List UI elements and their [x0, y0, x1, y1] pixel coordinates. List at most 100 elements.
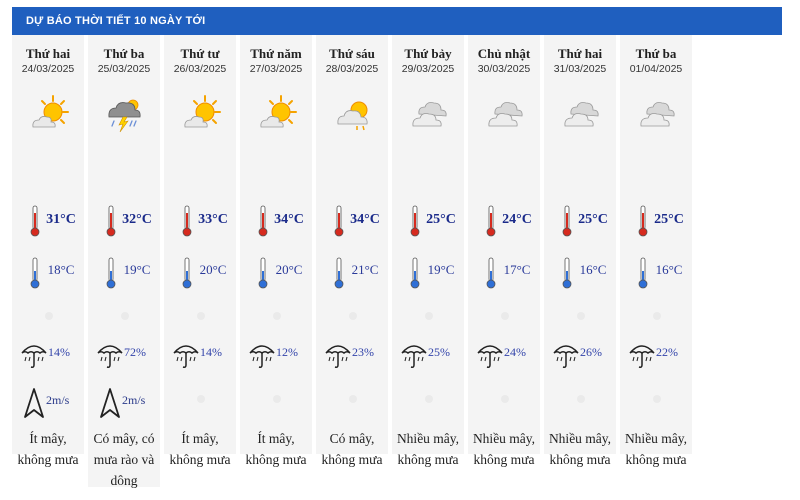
rain-probability: 12%	[276, 345, 298, 359]
umbrella-icon	[249, 345, 275, 368]
placeholder-dot-icon	[577, 312, 585, 320]
rain-probability: 72%	[124, 345, 146, 359]
rain-probability: 14%	[48, 345, 70, 359]
day-name: Thứ ba	[635, 46, 677, 61]
temp-min: 21°C	[351, 262, 379, 277]
temp-max: 25°C	[426, 212, 456, 227]
day-name: Thứ hai	[25, 46, 71, 61]
placeholder-dot-icon	[121, 312, 129, 320]
temp-max: 34°C	[274, 212, 304, 227]
day-name: Thứ tư	[180, 46, 220, 61]
rain-probability: 22%	[656, 345, 678, 359]
sun-cloud-icon	[260, 95, 297, 128]
day-date: 30/03/2025	[477, 63, 531, 75]
weather-forecast-widget: Dự báo thời tiết 10 ngày tới Thứ hai 24/…	[12, 7, 782, 490]
temp-max: 24°C	[502, 212, 532, 227]
weather-description: Ít mây, không mưa	[169, 431, 231, 467]
rain-probability: 23%	[352, 345, 374, 359]
temp-max: 25°C	[654, 212, 684, 227]
thunderstorm-icon	[108, 99, 141, 133]
temp-min: 20°C	[275, 262, 303, 277]
day-date: 28/03/2025	[325, 63, 379, 75]
umbrella-icon	[21, 345, 47, 368]
clouds-icon	[488, 102, 523, 127]
umbrella-icon	[553, 345, 579, 368]
clouds-icon	[640, 102, 675, 127]
day-date: 31/03/2025	[553, 63, 607, 75]
weather-description: Nhiều mây, không mưa	[396, 431, 460, 467]
wind-direction-arrow-icon	[100, 388, 120, 418]
umbrella-icon	[629, 345, 655, 368]
forecast-day: Thứ ba 01/04/2025 25°C 16°C 22% Nhiều mâ…	[620, 35, 694, 467]
wind-speed: 2m/s	[46, 393, 70, 407]
temp-min: 16°C	[579, 262, 607, 277]
weather-description: Có mây, không mưa	[321, 431, 383, 467]
weather-description: Nhiều mây, không mưa	[624, 431, 688, 467]
weather-description: Nhiều mây, không mưa	[548, 431, 612, 467]
sun-cloud-icon	[32, 95, 69, 128]
umbrella-icon	[477, 345, 503, 368]
temp-min: 19°C	[427, 262, 455, 277]
forecast-day: Thứ tư 26/03/2025 33°C 20°C 14% Ít mây, …	[164, 35, 238, 467]
day-name: Chủ nhật	[477, 46, 531, 61]
temp-min: 17°C	[503, 262, 531, 277]
temp-min: 20°C	[199, 262, 227, 277]
placeholder-dot-icon	[197, 395, 205, 403]
weather-description: Nhiều mây, không mưa	[472, 431, 536, 467]
day-name: Thứ năm	[250, 46, 302, 61]
temp-max: 31°C	[46, 212, 76, 227]
placeholder-dot-icon	[197, 312, 205, 320]
forecast-days: Thứ hai 24/03/2025 31°C 18°C 14% 2m/s Ít…	[12, 35, 782, 490]
day-date: 01/04/2025	[629, 63, 683, 75]
forecast-day: Thứ sáu 28/03/2025 34°C 21°C 23% Có mây,…	[316, 35, 390, 467]
forecast-day: Thứ hai 24/03/2025 31°C 18°C 14% 2m/s Ít…	[12, 35, 86, 467]
rain-probability: 25%	[428, 345, 450, 359]
day-date: 29/03/2025	[401, 63, 455, 75]
clouds-icon	[412, 102, 447, 127]
clouds-icon	[564, 102, 599, 127]
placeholder-dot-icon	[349, 395, 357, 403]
rain-probability: 14%	[200, 345, 222, 359]
rain-probability: 26%	[580, 345, 602, 359]
weather-description: Ít mây, không mưa	[17, 431, 79, 467]
placeholder-dot-icon	[425, 395, 433, 403]
day-name: Thứ ba	[103, 46, 145, 61]
placeholder-dot-icon	[577, 395, 585, 403]
forecast-day: Chủ nhật 30/03/2025 24°C 17°C 24% Nhiều …	[468, 35, 542, 467]
umbrella-icon	[173, 345, 199, 368]
umbrella-icon	[325, 345, 351, 368]
placeholder-dot-icon	[273, 395, 281, 403]
weather-description: Ít mây, không mưa	[245, 431, 307, 467]
umbrella-icon	[401, 345, 427, 368]
placeholder-dot-icon	[425, 312, 433, 320]
day-date: 26/03/2025	[173, 63, 227, 75]
placeholder-dot-icon	[349, 312, 357, 320]
day-name: Thứ hai	[557, 46, 603, 61]
placeholder-dot-icon	[45, 312, 53, 320]
rain-probability: 24%	[504, 345, 526, 359]
weather-description: Có mây, có mưa rào và dông	[93, 431, 155, 488]
day-date: 25/03/2025	[97, 63, 151, 75]
forecast-title: Dự báo thời tiết 10 ngày tới	[12, 7, 782, 35]
forecast-day: Thứ hai 31/03/2025 25°C 16°C 26% Nhiều m…	[544, 35, 618, 467]
forecast-day: Thứ năm 27/03/2025 34°C 20°C 12% Ít mây,…	[240, 35, 314, 467]
wind-direction-arrow-icon	[24, 388, 44, 418]
day-name: Thứ bảy	[404, 46, 452, 61]
placeholder-dot-icon	[273, 312, 281, 320]
temp-max: 33°C	[198, 212, 228, 227]
temp-max: 32°C	[122, 212, 152, 227]
temp-min: 18°C	[47, 262, 75, 277]
temp-max: 25°C	[578, 212, 608, 227]
placeholder-dot-icon	[653, 312, 661, 320]
day-date: 27/03/2025	[249, 63, 303, 75]
forecast-day: Thứ bảy 29/03/2025 25°C 19°C 25% Nhiều m…	[392, 35, 466, 467]
day-date: 24/03/2025	[21, 63, 75, 75]
forecast-day: Thứ ba 25/03/2025 32°C 19°C 72% 2m/s Có …	[88, 35, 162, 488]
temp-min: 19°C	[123, 262, 151, 277]
wind-speed: 2m/s	[122, 393, 146, 407]
cloud-sun-icon	[337, 101, 368, 131]
placeholder-dot-icon	[501, 312, 509, 320]
placeholder-dot-icon	[653, 395, 661, 403]
sun-cloud-icon	[184, 95, 221, 128]
temp-max: 34°C	[350, 212, 380, 227]
